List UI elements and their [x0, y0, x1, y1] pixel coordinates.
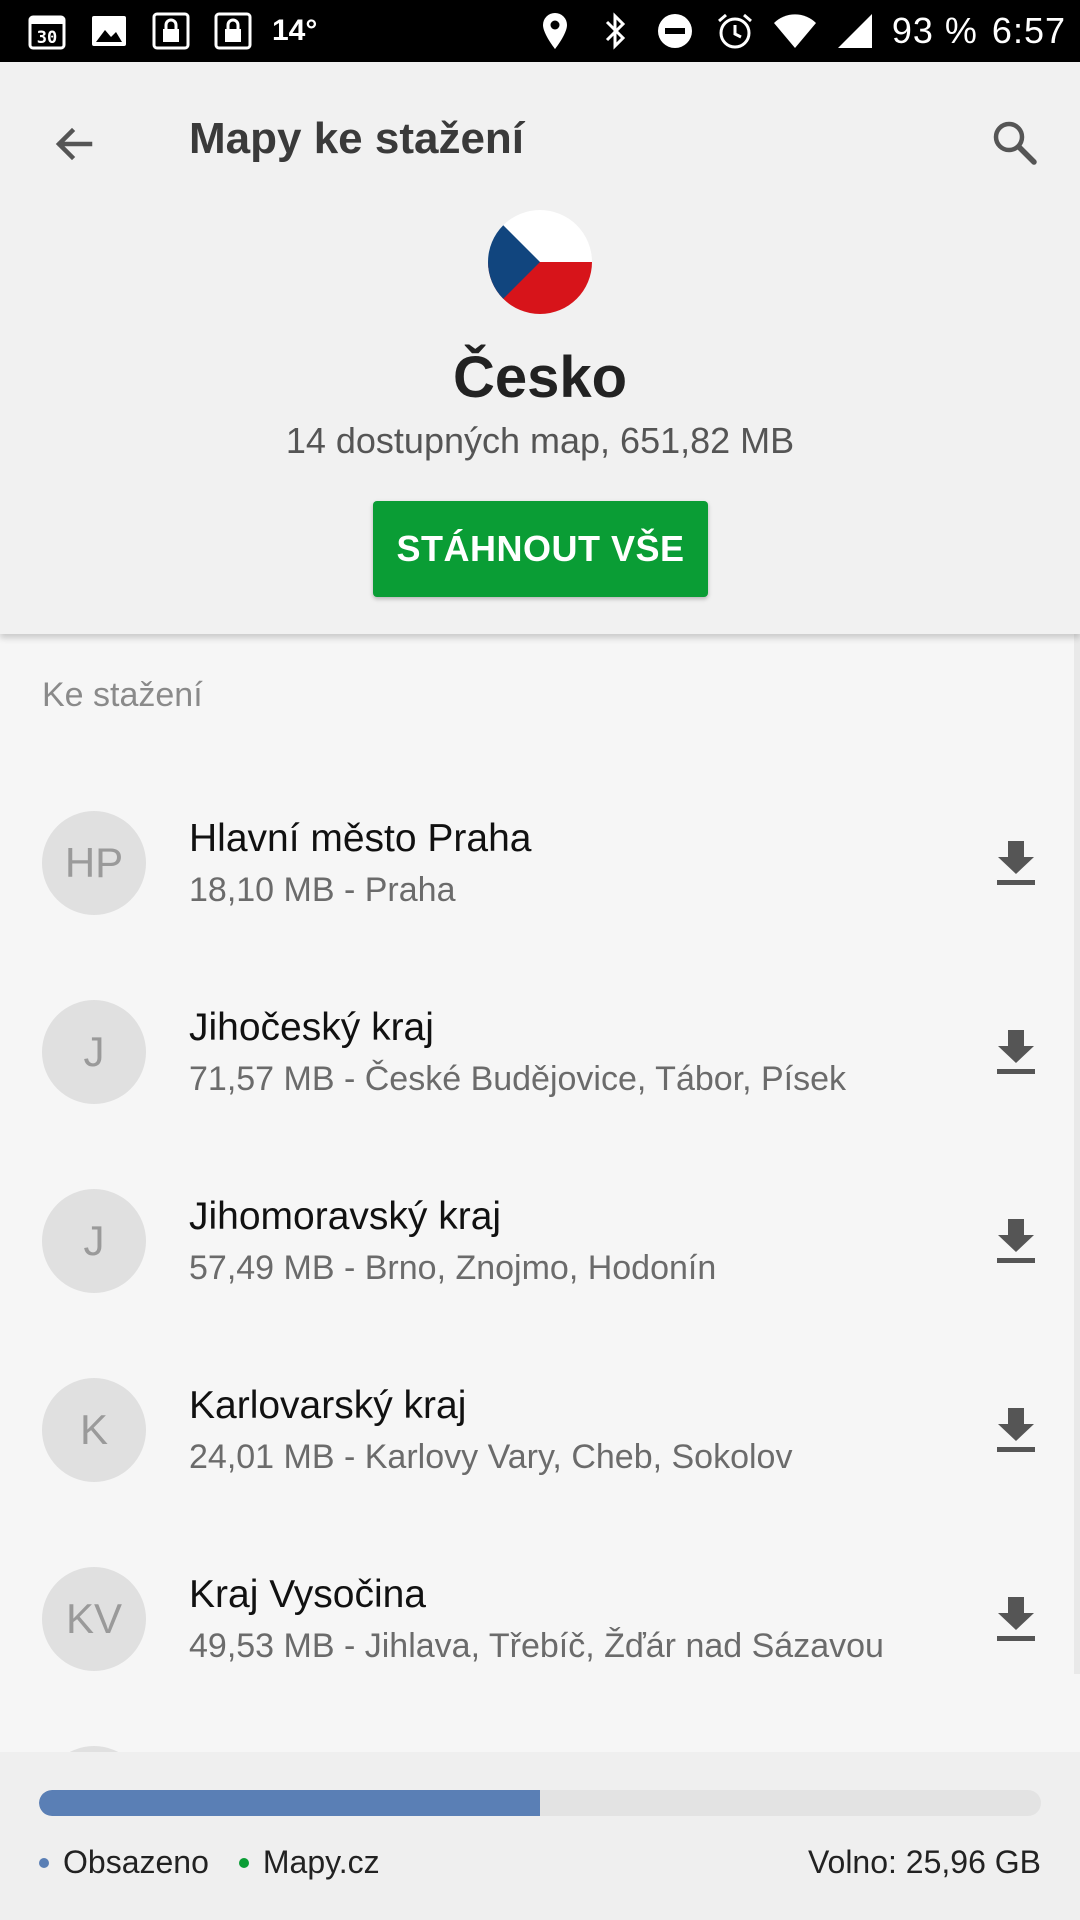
avatar: J	[42, 1189, 146, 1293]
avatar: K	[42, 1378, 146, 1482]
download-button[interactable]	[980, 1205, 1052, 1277]
calendar-icon: 30	[24, 9, 70, 53]
signal-icon	[832, 9, 878, 53]
download-icon	[997, 1408, 1035, 1452]
legend-app-label: Mapy.cz	[262, 1844, 380, 1880]
legend-app: Mapy.cz	[238, 1844, 380, 1881]
country-info: 14 dostupných map, 651,82 MB	[285, 420, 795, 461]
wifi-icon	[772, 9, 818, 53]
scrollbar[interactable]	[1074, 634, 1080, 1674]
storage-footer: Obsazeno Mapy.cz Volno: 25,96 GB	[0, 1752, 1080, 1920]
download-icon	[997, 1030, 1035, 1074]
item-title: Karlovarský kraj	[189, 1384, 467, 1427]
legend-used-dot	[39, 1857, 49, 1868]
arrow-back-icon	[55, 127, 93, 161]
lock-icon	[148, 9, 194, 53]
section-heading: Ke stažení	[42, 676, 203, 714]
country-header: Mapy ke stažení Česko 14 dostupných map,…	[0, 62, 1080, 634]
legend-used-label: Obsazeno	[63, 1844, 209, 1880]
item-title: Hlavní město Praha	[189, 817, 532, 860]
storage-used-fill	[39, 1790, 540, 1816]
czech-flag-icon	[488, 210, 592, 314]
battery-percentage: 93 %	[891, 10, 978, 51]
item-subtitle: 24,01 MB - Karlovy Vary, Cheb, Sokolov	[189, 1438, 793, 1476]
search-button[interactable]	[978, 106, 1050, 178]
avatar: J	[42, 1000, 146, 1104]
location-icon	[532, 9, 578, 53]
item-subtitle: 49,53 MB - Jihlava, Třebíč, Žďár nad Sáz…	[189, 1627, 884, 1665]
avatar: HP	[42, 811, 146, 915]
list-item[interactable]: J Jihočeský kraj 71,57 MB - České Budějo…	[0, 958, 1080, 1147]
download-button[interactable]	[980, 1394, 1052, 1466]
item-title: Jihočeský kraj	[189, 1006, 434, 1049]
download-icon	[997, 1219, 1035, 1263]
avatar: KV	[42, 1567, 146, 1671]
image-icon	[86, 9, 132, 53]
list-item[interactable]: K Karlovarský kraj 24,01 MB - Karlovy Va…	[0, 1336, 1080, 1525]
map-list[interactable]: Ke stažení HP Hlavní město Praha 18,10 M…	[0, 634, 1080, 1752]
alarm-icon	[712, 9, 758, 53]
download-button[interactable]	[980, 1583, 1052, 1655]
storage-legend: Obsazeno Mapy.cz	[39, 1844, 410, 1881]
temperature-text: 14°	[272, 14, 318, 47]
legend-used: Obsazeno	[39, 1844, 209, 1881]
download-button[interactable]	[980, 827, 1052, 899]
country-name: Česko	[452, 345, 628, 410]
storage-bar	[39, 1790, 1041, 1816]
list-item[interactable]: J Jihomoravský kraj 57,49 MB - Brno, Zno…	[0, 1147, 1080, 1336]
download-icon	[997, 1597, 1035, 1641]
item-subtitle: 57,49 MB - Brno, Znojmo, Hodonín	[189, 1249, 717, 1287]
free-space-label: Volno: 25,96 GB	[807, 1844, 1041, 1880]
status-bar: 30 14° 93 % 6:57	[0, 0, 1080, 62]
bluetooth-icon	[592, 9, 638, 53]
list-item[interactable]: KV Kraj Vysočina 49,53 MB - Jihlava, Tře…	[0, 1525, 1080, 1714]
download-button[interactable]	[980, 1016, 1052, 1088]
item-title: Jihomoravský kraj	[189, 1195, 502, 1238]
do-not-disturb-icon	[652, 9, 698, 53]
calendar-day-text: 30	[37, 28, 57, 48]
search-icon	[993, 121, 1037, 165]
legend-app-dot	[238, 1857, 249, 1868]
lock-icon	[210, 9, 256, 53]
list-item[interactable]: HP Hlavní město Praha 18,10 MB - Praha	[0, 769, 1080, 958]
item-title: Kraj Vysočina	[189, 1573, 426, 1616]
page-title: Mapy ke stažení	[189, 114, 525, 163]
clock-time: 6:57	[991, 10, 1066, 51]
download-all-button[interactable]: STÁHNOUT VŠE	[373, 501, 708, 597]
item-subtitle: 18,10 MB - Praha	[189, 871, 456, 909]
download-icon	[997, 841, 1035, 885]
item-subtitle: 71,57 MB - České Budějovice, Tábor, Píse…	[189, 1060, 847, 1098]
back-button[interactable]	[38, 108, 110, 180]
